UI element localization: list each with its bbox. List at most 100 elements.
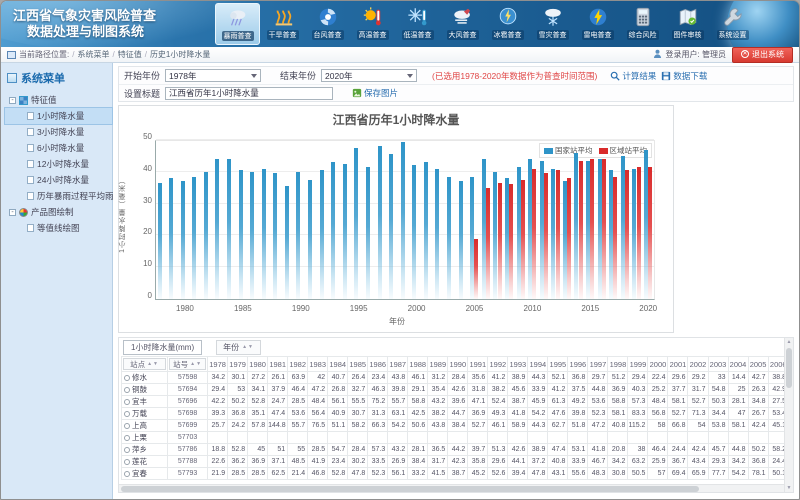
tool-lightning[interactable]: 雷电普查 <box>575 3 620 45</box>
tree-group-0[interactable]: -特征值 <box>5 92 112 108</box>
tool-settings[interactable]: 系统设置 <box>710 3 755 45</box>
tree-group-1[interactable]: -产品图绘制 <box>5 204 112 220</box>
lightning-icon <box>585 5 611 29</box>
sidebar-item-0-0[interactable]: 1小时降水量 <box>5 108 112 124</box>
breadcrumb-item-feature[interactable]: 特征值 <box>118 49 142 60</box>
bar-national-2004 <box>459 181 463 299</box>
sidebar-item-0-3[interactable]: 12小时降水量 <box>5 156 112 172</box>
table-row[interactable]: 铜鼓5769429.45334.137.946.447.226.832.746.… <box>122 384 789 396</box>
y-tick-label: 40 <box>132 164 152 173</box>
value-cell: 52.7 <box>468 420 488 432</box>
download-button[interactable]: 数据下载 <box>661 70 707 82</box>
legend-item: 区域站平均 <box>599 145 648 156</box>
value-cell: 26.8 <box>328 384 348 396</box>
value-cell: 63.2 <box>628 456 648 468</box>
value-cell: 53.6 <box>588 396 608 408</box>
sort-arrows-icon: ▲▼ <box>242 344 254 350</box>
collapse-icon[interactable]: - <box>9 209 16 216</box>
value-cell: 42.7 <box>748 372 768 384</box>
breadcrumb-item-current[interactable]: 历史1小时降水量 <box>150 49 210 60</box>
table-row[interactable]: 宜春5779321.928.528.562.521.446.852.847.85… <box>122 468 789 480</box>
value-cell: 61.3 <box>548 396 568 408</box>
logout-button[interactable]: ✕ 退出系统 <box>732 47 793 63</box>
row-radio[interactable] <box>124 387 130 393</box>
row-radio[interactable] <box>124 435 130 441</box>
tool-hail[interactable]: 冰雹普查 <box>485 3 530 45</box>
tool-comprehensive[interactable]: 综合风险 <box>620 3 665 45</box>
sidebar-item-0-5[interactable]: 历年暴雨过程平均雨量 <box>5 188 112 204</box>
value-cell: 51 <box>268 444 288 456</box>
row-radio[interactable] <box>124 375 130 381</box>
value-cell: 42.6 <box>508 444 528 456</box>
calculate-button[interactable]: 计算结果 <box>610 70 656 82</box>
scroll-up-icon[interactable]: ▲ <box>785 338 793 346</box>
value-cell: 18.8 <box>208 444 228 456</box>
tool-map-review[interactable]: 图件审核 <box>665 3 710 45</box>
value-cell: 37.7 <box>668 384 688 396</box>
value-cell: 55.7 <box>288 420 308 432</box>
start-year-select[interactable]: 1978年 <box>165 69 261 82</box>
year-column-header: 2004 <box>728 357 748 372</box>
x-tick-label: 2015 <box>581 304 599 313</box>
table-row[interactable]: 宜丰5769642.250.252.824.728.548.456.155.57… <box>122 396 789 408</box>
value-cell <box>328 432 348 444</box>
sort-station-button[interactable]: 站点▲▼ <box>123 358 166 370</box>
year-sort-control[interactable]: 年份 ▲▼ <box>216 340 261 355</box>
rainstorm-icon <box>225 6 251 30</box>
tool-low-temp[interactable]: 低温普查 <box>395 3 440 45</box>
tool-snow[interactable]: 雪灾普查 <box>530 3 575 45</box>
save-image-label: 保存图片 <box>364 87 398 99</box>
bar-regional-2009 <box>521 180 525 299</box>
table-row[interactable]: 万载5769839.336.835.147.453.656.440.930.73… <box>122 408 789 420</box>
table-row[interactable]: 莲花5778822.636.236.937.148.541.923.430.23… <box>122 456 789 468</box>
vertical-scrollbar[interactable]: ▲ ▼ <box>784 338 793 492</box>
sort-id-button[interactable]: 站号▲▼ <box>169 358 206 370</box>
value-cell: 58.1 <box>668 396 688 408</box>
year-range-row: 开始年份 1978年 结束年份 2020年 (已选用1978-2020年数据作为… <box>119 67 793 84</box>
bar-regional-2007 <box>498 183 502 299</box>
value-cell: 69.4 <box>668 468 688 480</box>
table-row[interactable]: 修水5759834.230.127.226.163.94240.726.423.… <box>122 372 789 384</box>
tool-typhoon[interactable]: 台风普查 <box>305 3 350 45</box>
tool-high-temp[interactable]: 高温普查 <box>350 3 395 45</box>
value-cell: 29.7 <box>588 372 608 384</box>
sidebar-item-1-0[interactable]: 等值线绘图 <box>5 220 112 236</box>
tool-drought[interactable]: 干旱普查 <box>260 3 305 45</box>
sidebar-item-0-4[interactable]: 24小时降水量 <box>5 172 112 188</box>
table-row[interactable]: 萍乡5778618.852.845515528.554.728.457.343.… <box>122 444 789 456</box>
row-radio[interactable] <box>124 471 130 477</box>
row-radio[interactable] <box>124 423 130 429</box>
value-cell: 52.8 <box>228 444 248 456</box>
page-icon <box>27 176 34 184</box>
horizontal-scrollbar[interactable] <box>119 484 791 492</box>
value-cell: 25.2 <box>648 384 668 396</box>
bar-regional-2019 <box>637 167 641 299</box>
end-year-select[interactable]: 2020年 <box>321 69 417 82</box>
row-radio[interactable] <box>124 411 130 417</box>
col-station-label: 站点 <box>130 359 145 370</box>
row-radio[interactable] <box>124 459 130 465</box>
save-image-button[interactable]: 保存图片 <box>352 87 398 99</box>
value-cell: 53 <box>228 384 248 396</box>
tool-label: 图件审核 <box>672 30 704 40</box>
scroll-down-icon[interactable]: ▼ <box>785 484 793 492</box>
value-cell: 31.2 <box>428 372 448 384</box>
chart-title-input[interactable] <box>165 87 333 100</box>
sidebar-item-label: 3小时降水量 <box>37 126 84 138</box>
table-row[interactable]: 上高5769925.724.257.8144.855.776.551.158.2… <box>122 420 789 432</box>
vscroll-thumb[interactable] <box>786 348 792 388</box>
sidebar-item-0-1[interactable]: 3小时降水量 <box>5 124 112 140</box>
value-cell: 28.4 <box>448 372 468 384</box>
sidebar-item-0-2[interactable]: 6小时降水量 <box>5 140 112 156</box>
value-cell <box>488 432 508 444</box>
table-row[interactable]: 上栗57703 <box>122 432 789 444</box>
row-radio[interactable] <box>124 447 130 453</box>
row-radio[interactable] <box>124 399 130 405</box>
value-cell: 28.5 <box>288 396 308 408</box>
tool-rainstorm[interactable]: 暴雨普查 <box>215 3 260 45</box>
bar-national-1979 <box>169 178 173 299</box>
tool-wind[interactable]: 大风普查 <box>440 3 485 45</box>
hscroll-thumb[interactable] <box>121 486 699 492</box>
collapse-icon[interactable]: - <box>9 97 16 104</box>
breadcrumb-item-menu[interactable]: 系统菜单 <box>77 49 109 60</box>
